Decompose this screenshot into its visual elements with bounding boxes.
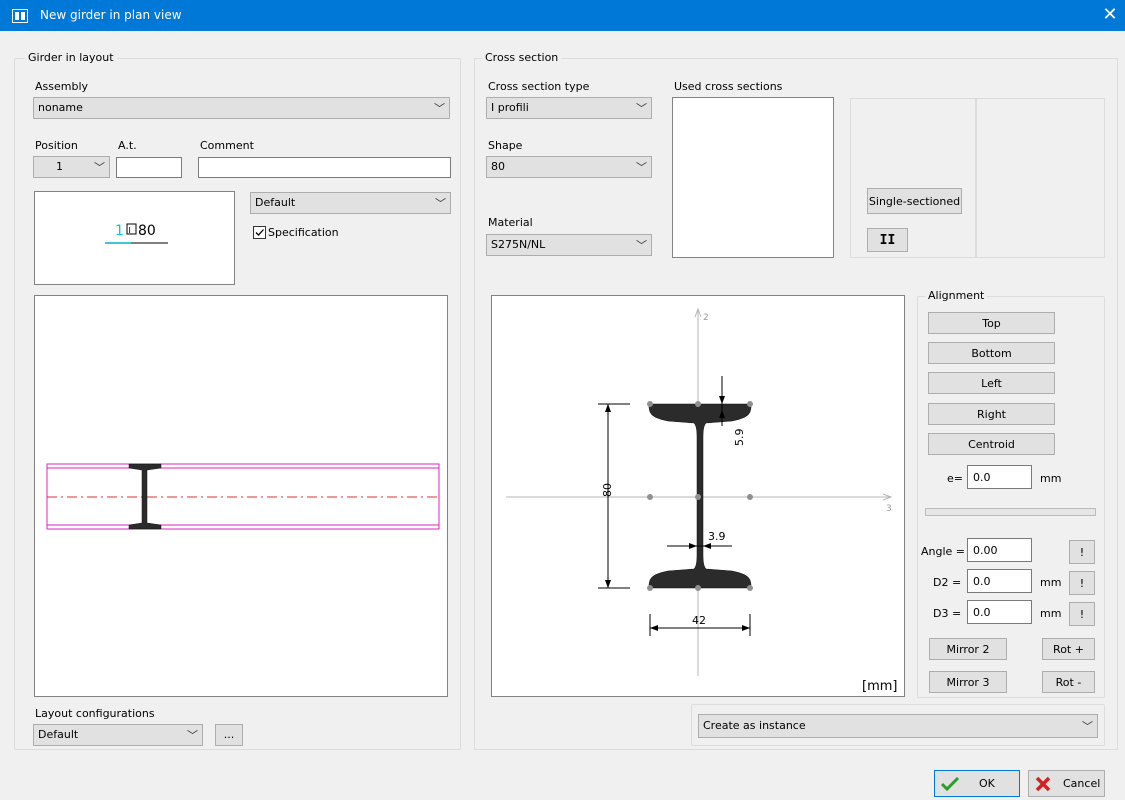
style-value: Default [255,196,296,209]
position-value: 1 [56,160,63,173]
height-dimension: 80 [601,483,614,497]
e-label: e= [947,472,963,485]
assembly-value: noname [38,101,83,114]
comment-label: Comment [200,139,254,152]
chevron-down-icon: ﹀ [434,102,445,115]
create-mode-value: Create as instance [703,719,806,732]
rot-minus-button[interactable]: Rot - [1042,671,1095,693]
assembly-label: Assembly [35,80,89,93]
progress-bar [925,508,1096,516]
cross-section-type-value: I profili [491,101,529,114]
cancel-button[interactable]: Cancel [1028,770,1105,797]
assembly-select[interactable]: noname ﹀ [33,97,450,119]
create-mode-select[interactable]: Create as instance ﹀ [698,714,1098,738]
layout-config-label: Layout configurations [35,707,155,720]
web-thickness-dimension: 3.9 [708,530,726,543]
girder-layout-title: Girder in layout [25,51,117,64]
layout-config-value: Default [38,728,79,741]
rot-plus-button[interactable]: Rot + [1042,638,1095,660]
single-sectioned-button[interactable]: Single-sectioned [867,188,962,214]
e-unit: mm [1040,472,1062,485]
at-label: A.t. [118,139,137,152]
at-input[interactable] [116,157,182,178]
used-cross-sections-list[interactable] [672,97,834,258]
cross-section-title: Cross section [482,51,562,64]
cancel-x-icon [1035,776,1051,792]
cross-section-type-label: Cross section type [488,80,590,93]
align-centroid-button[interactable]: Centroid [928,433,1055,455]
window-title: New girder in plan view [40,8,182,22]
position-select[interactable]: 1 ﹀ [33,156,110,178]
d2-unit: mm [1040,576,1062,589]
align-bottom-button[interactable]: Bottom [928,342,1055,364]
shape-select[interactable]: 80 ﹀ [486,156,652,178]
chevron-down-icon: ﹀ [435,197,446,210]
close-icon[interactable]: ✕ [1100,4,1120,25]
used-cross-sections-label: Used cross sections [674,80,783,93]
material-select[interactable]: S275N/NL ﹀ [486,234,652,256]
cross-section-canvas[interactable]: 2 3 80 5.9 3.9 42 [mm] [491,295,905,697]
specification-checkbox[interactable] [253,226,266,239]
preview-number: 1 [115,223,124,239]
alignment-title: Alignment [925,289,988,302]
d2-input[interactable]: 0.0 [967,569,1032,593]
chevron-down-icon: ﹀ [636,239,647,252]
section-preview-panel [976,98,1105,258]
app-icon [12,9,28,23]
width-dimension: 42 [692,614,706,627]
position-label: Position [35,139,78,152]
chevron-down-icon: ﹀ [94,161,105,174]
checkmark-icon [941,777,959,791]
axis3-label: 3 [886,504,892,514]
mirror2-button[interactable]: Mirror 2 [929,638,1007,660]
angle-apply-button[interactable]: ! [1069,540,1095,564]
preview-profile: 80 [138,223,156,239]
mirror3-button[interactable]: Mirror 3 [929,671,1007,693]
title-bar: New girder in plan view ✕ [0,0,1125,31]
axis2-label: 2 [703,313,709,323]
style-select[interactable]: Default ﹀ [250,192,451,214]
d2-apply-button[interactable]: ! [1069,571,1095,595]
layout-config-select[interactable]: Default ﹀ [33,724,203,746]
d2-label: D2 = [933,576,962,589]
align-left-button[interactable]: Left [928,372,1055,394]
ok-label: OK [979,777,995,790]
svg-text:I: I [129,226,131,235]
ok-button[interactable]: OK [934,770,1020,797]
flange-thickness-dimension: 5.9 [733,429,746,447]
shape-label: Shape [488,139,523,152]
plan-view-canvas[interactable] [34,295,448,697]
cross-section-drawing: 2 3 80 5.9 3.9 42 [mm] [506,307,897,694]
align-right-button[interactable]: Right [928,403,1055,425]
chevron-down-icon: ﹀ [636,161,647,174]
cross-section-type-select[interactable]: I profili ﹀ [486,97,652,119]
cancel-label: Cancel [1063,777,1101,790]
plan-view-drawing [46,463,440,530]
chevron-down-icon: ﹀ [1082,720,1093,733]
chevron-down-icon: ﹀ [636,102,647,115]
d3-input[interactable]: 0.0 [967,600,1032,624]
d3-apply-button[interactable]: ! [1069,602,1095,626]
shape-value: 80 [491,160,505,173]
unit-label: [mm] [862,679,897,694]
chevron-down-icon: ﹀ [187,729,198,742]
comment-input[interactable] [198,157,451,178]
double-section-button[interactable]: II [867,228,908,252]
label-preview: 1 I 80 [34,191,235,285]
angle-label: Angle = [921,545,966,558]
d3-label: D3 = [933,607,962,620]
material-value: S275N/NL [491,238,546,251]
d3-unit: mm [1040,607,1062,620]
layout-config-browse-button[interactable]: ... [215,724,243,746]
angle-input[interactable]: 0.00 [967,538,1032,562]
align-top-button[interactable]: Top [928,312,1055,334]
material-label: Material [488,216,533,229]
e-input[interactable]: 0.0 [967,465,1032,489]
specification-label: Specification [268,226,339,239]
